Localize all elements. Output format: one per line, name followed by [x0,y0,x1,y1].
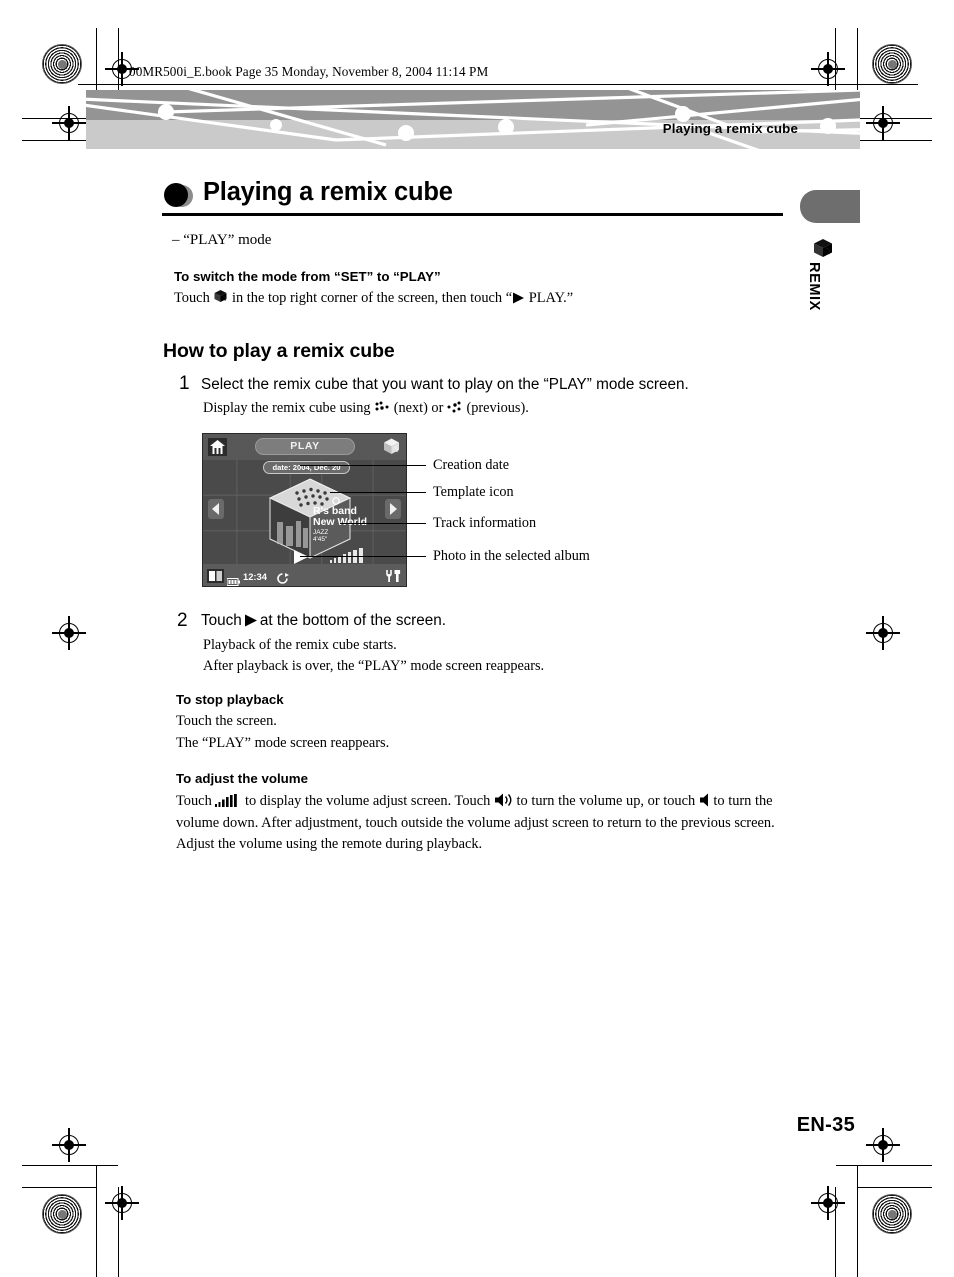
switch-mode-text-before: Touch [174,290,210,306]
photo-icon[interactable] [207,569,224,583]
home-icon[interactable] [208,438,227,456]
screen-mode-label: PLAY [290,440,320,452]
callout-leader-line [300,465,426,467]
crop-mark [836,1165,932,1167]
registration-target-left-upper [52,106,86,140]
screen-clock: 12:34 [243,571,267,582]
page-number: EN-35 [796,1114,855,1136]
adjust-volume-heading: To adjust the volume [176,771,308,786]
registration-target-left-middle [52,616,86,650]
file-info-rule [78,84,918,86]
play-icon [512,292,525,304]
step-2-sub-line-1: Playback of the remix cube starts. [203,637,397,653]
adjust-volume-paragraph: Touch to display the volume adjust scree… [176,791,788,856]
registration-target-right-middle [866,616,900,650]
step-1-subtext: Display the remix cube using (next) or (… [203,400,529,417]
switch-mode-paragraph: Touch in the top right corner of the scr… [174,289,573,307]
adjust-volume-seg-6: Adjust the volume using the remote durin… [176,836,483,852]
stop-playback-line-2: The “PLAY” mode screen reappears. [176,735,390,751]
crop-mark [118,1187,120,1277]
volume-bars-icon [215,793,241,807]
step-1-sub-before: Display the remix cube using [203,400,371,416]
step-2-text-after: at the bottom of the screen. [259,612,447,629]
chapter-bullet-icon [162,182,194,210]
previous-dots-icon [447,401,463,414]
registration-target-top-right [811,52,845,86]
screen-mode-pill[interactable]: PLAY [255,438,355,455]
page-title: Playing a remix cube [203,178,453,206]
stop-playback-line-1: Touch the screen. [176,713,277,729]
crop-mark [22,1165,118,1167]
registration-rosette-top-right [872,44,912,84]
running-header-band: Playing a remix cube [86,90,860,149]
title-underline-rule [162,213,783,216]
step-1-sub-next: (next) or [393,400,444,416]
step-1-text: Select the remix cube that you want to p… [201,376,689,393]
repeat-icon[interactable] [276,571,289,584]
switch-mode-text-after: PLAY.” [528,290,574,306]
crop-mark [857,1165,859,1277]
next-dots-icon [374,401,390,414]
callout-leader-line [330,492,426,494]
band-constellation-graphic [86,90,860,149]
track-duration: 4'45" [313,536,328,544]
device-screen-illustration: PLAY date: 2004, Dec. 20 R's band New Wo… [202,433,407,587]
callout-leader-line [300,556,426,558]
step-2-text-before: Touch [201,612,242,629]
next-arrow-icon[interactable] [385,499,401,519]
creation-date-badge: date: 2004, Dec. 20 [263,461,350,474]
registration-target-bottom-right [811,1186,845,1220]
volume-down-icon [699,793,710,807]
registration-rosette-bottom-left [42,1194,82,1234]
cube-icon[interactable] [382,437,401,456]
step-1-sub-prev: (previous). [466,400,529,416]
creation-date-text: date: 2004, Dec. 20 [272,463,341,472]
stop-playback-heading: To stop playback [176,692,284,707]
step-1-number: 1 [179,373,190,394]
callout-template-icon: Template icon [433,484,514,500]
callout-photo-selected-album: Photo in the selected album [433,548,590,564]
crop-mark [858,1187,932,1189]
book-file-info-line: 00MR500i_E.book Page 35 Monday, November… [129,64,489,79]
volume-up-icon [494,793,513,807]
callout-leader-line [340,523,426,525]
adjust-volume-seg-1: Touch [176,793,212,809]
switch-mode-heading: To switch the mode from “SET” to “PLAY” [174,269,441,284]
registration-target-left-lower [52,1128,86,1162]
track-genre: JAZZ [313,529,329,536]
track-information: R's band New World JAZZ 4'45" [313,506,367,544]
step-2-number: 2 [177,610,188,631]
registration-target-right-lower [866,1128,900,1162]
adjust-volume-seg-5: volume down. After adjustment, touch out… [176,814,775,831]
play-icon [244,614,258,627]
step-2-sub-line-2: After playback is over, the “PLAY” mode … [203,658,545,674]
cube-icon [213,289,228,304]
crop-mark [22,140,96,142]
prev-arrow-icon[interactable] [208,499,224,519]
how-to-play-heading: How to play a remix cube [163,340,395,362]
callout-creation-date: Creation date [433,457,510,473]
registration-rosette-top-left [42,44,82,84]
switch-mode-text-middle: in the top right corner of the screen, t… [231,290,513,306]
crop-mark [858,140,932,142]
callout-track-information: Track information [433,515,537,531]
crop-mark [835,1187,837,1277]
battery-icon [226,573,240,586]
adjust-volume-seg-3: to turn the volume up, or touch [516,793,696,809]
adjust-volume-seg-4: to turn the [713,793,773,809]
adjust-volume-seg-2: to display the volume adjust screen. Tou… [244,793,491,809]
running-header-title: Playing a remix cube [662,121,798,136]
tools-icon[interactable] [385,569,402,583]
side-tab-marker [800,190,860,223]
registration-target-bottom-left [105,1186,139,1220]
step-2-text: Touch at the bottom of the screen. [201,612,446,630]
registration-target-right-upper [866,106,900,140]
registration-rosette-bottom-right [872,1194,912,1234]
crop-mark [22,1187,96,1189]
crop-mark [96,1165,98,1277]
side-tab-label: REMIX [806,262,822,311]
cube-icon [812,238,834,258]
play-mode-line: – “PLAY” mode [172,232,272,248]
